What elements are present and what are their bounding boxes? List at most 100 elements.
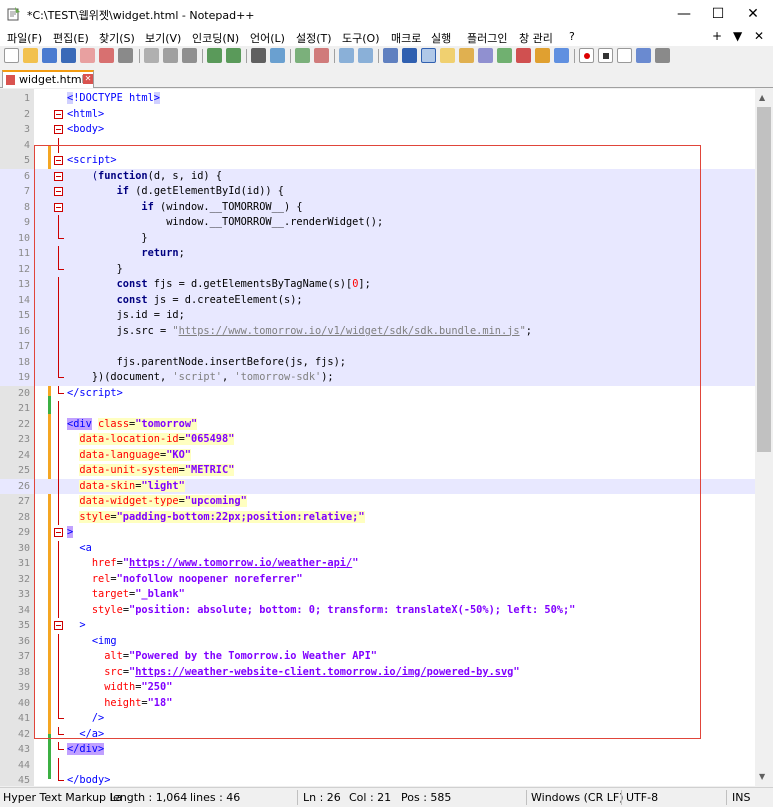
tab-list-dropdown[interactable]: ▼: [733, 29, 742, 43]
folder-icon[interactable]: [535, 48, 550, 63]
close-all-icon[interactable]: [99, 48, 114, 63]
code-editor[interactable]: 1 <!DOCTYPE html> 2 <html> 3 <body> 4 5 <scr…: [0, 89, 773, 802]
zoom-out-icon[interactable]: [314, 48, 329, 63]
zoom-in-icon[interactable]: [295, 48, 310, 63]
menu-help[interactable]: ?: [569, 30, 575, 43]
close-icon[interactable]: [80, 48, 95, 63]
status-col: Col : 21: [349, 791, 392, 804]
menu-language[interactable]: 언어(L): [250, 30, 285, 46]
redo-icon[interactable]: [226, 48, 241, 63]
scroll-up-arrow-icon[interactable]: ▲: [759, 93, 765, 102]
code-line[interactable]: 43 </div>: [0, 742, 755, 758]
line-number: 27: [17, 496, 30, 507]
save-icon[interactable]: [42, 48, 57, 63]
line-number: 1: [23, 93, 30, 104]
vertical-scrollbar[interactable]: ▲ ▼: [755, 89, 773, 786]
close-button[interactable]: ✕: [733, 0, 773, 28]
menu-window[interactable]: 창 관리: [519, 30, 553, 46]
line-number: 29: [17, 527, 30, 538]
line-number: 23: [17, 434, 30, 445]
status-lines: lines : 46: [190, 791, 241, 804]
status-ln: Ln : 26: [303, 791, 341, 804]
record-macro-icon[interactable]: [579, 48, 594, 63]
scroll-down-arrow-icon[interactable]: ▼: [759, 772, 765, 781]
save-all-icon[interactable]: [61, 48, 76, 63]
run-macro-multiple-icon[interactable]: [636, 48, 651, 63]
line-number: 14: [17, 294, 30, 306]
line-number: 36: [17, 635, 30, 647]
fold-toggle-icon[interactable]: [54, 125, 63, 134]
menu-macro[interactable]: 매크로: [391, 30, 421, 46]
folder-workspace-icon[interactable]: [497, 48, 512, 63]
menu-view[interactable]: 보기(V): [145, 30, 181, 46]
save-macro-icon[interactable]: [655, 48, 670, 63]
function-list-icon[interactable]: [478, 48, 493, 63]
line-number: 28: [17, 511, 30, 523]
tab-close-icon[interactable]: ✕: [83, 74, 93, 84]
notepad-app-icon: [7, 7, 20, 21]
show-all-chars-icon[interactable]: [402, 48, 417, 63]
indent-guide-icon[interactable]: [421, 48, 436, 63]
line-number: 26: [17, 480, 30, 492]
line-content: <!DOCTYPE html>: [67, 92, 160, 104]
tab-bar: widget.html ✕: [0, 68, 773, 88]
copy-icon[interactable]: [163, 48, 178, 63]
fold-guide: [58, 742, 64, 750]
play-macro-icon[interactable]: [617, 48, 632, 63]
monitoring-icon[interactable]: [554, 48, 569, 63]
line-number: 16: [17, 325, 30, 337]
menu-bar: 파일(F) 편집(E) 찾기(S) 보기(V) 인코딩(N) 언어(L) 설정(…: [0, 28, 773, 46]
line-number: 11: [17, 248, 30, 259]
sync-horizontal-icon[interactable]: [358, 48, 373, 63]
menu-encoding[interactable]: 인코딩(N): [192, 30, 239, 46]
tab-widget-html[interactable]: widget.html ✕: [2, 70, 94, 88]
undo-icon[interactable]: [207, 48, 222, 63]
status-insert-mode[interactable]: INS: [732, 791, 750, 804]
paste-icon[interactable]: [182, 48, 197, 63]
toolbar-separator: [139, 49, 140, 63]
new-file-icon[interactable]: [4, 48, 19, 63]
code-line[interactable]: 2 <html>: [0, 107, 755, 123]
status-encoding[interactable]: UTF-8: [626, 791, 658, 804]
print-icon[interactable]: [118, 48, 133, 63]
menu-settings[interactable]: 설정(T): [296, 30, 332, 46]
code-line[interactable]: 44: [0, 757, 755, 773]
doc-list-icon[interactable]: [516, 48, 531, 63]
new-tab-button[interactable]: +: [712, 29, 722, 43]
sync-vertical-icon[interactable]: [339, 48, 354, 63]
close-doc-button[interactable]: ✕: [754, 29, 764, 43]
menu-plugins[interactable]: 플러그인: [467, 30, 507, 46]
find-icon[interactable]: [251, 48, 266, 63]
menu-edit[interactable]: 편집(E): [53, 30, 89, 46]
menu-search[interactable]: 찾기(S): [99, 30, 135, 46]
menu-tools[interactable]: 도구(O): [342, 30, 379, 46]
line-number: 19: [17, 372, 30, 383]
line-number: 25: [17, 465, 30, 476]
line-number: 9: [23, 217, 30, 228]
open-file-icon[interactable]: [23, 48, 38, 63]
menu-file[interactable]: 파일(F): [7, 30, 42, 46]
line-number: 35: [17, 620, 30, 631]
code-line[interactable]: 1 <!DOCTYPE html>: [0, 91, 755, 107]
replace-icon[interactable]: [270, 48, 285, 63]
code-line[interactable]: 3 <body>: [0, 122, 755, 138]
tab-label: widget.html: [19, 73, 85, 86]
line-content: </div>: [67, 743, 105, 755]
status-separator: [621, 790, 622, 805]
fold-toggle-icon[interactable]: [54, 109, 63, 119]
cut-icon[interactable]: [144, 48, 159, 63]
status-bar: Hyper Text Markup La length : 1,064 line…: [0, 787, 773, 807]
doc-map-icon[interactable]: [459, 48, 474, 63]
menu-run[interactable]: 실행: [431, 30, 451, 46]
stop-macro-icon[interactable]: [598, 48, 613, 63]
maximize-button[interactable]: ☐: [698, 0, 738, 28]
title-bar: *C:\TEST\웹위젯\widget.html - Notepad++ — ☐…: [0, 0, 773, 28]
line-number: 4: [23, 139, 30, 151]
status-eol[interactable]: Windows (CR LF): [531, 791, 623, 804]
udl-icon[interactable]: [440, 48, 455, 63]
toolbar-separator: [246, 49, 247, 63]
scrollbar-thumb[interactable]: [757, 107, 771, 452]
line-number: 20: [17, 387, 30, 399]
word-wrap-icon[interactable]: [383, 48, 398, 63]
line-number: 2: [23, 108, 30, 120]
